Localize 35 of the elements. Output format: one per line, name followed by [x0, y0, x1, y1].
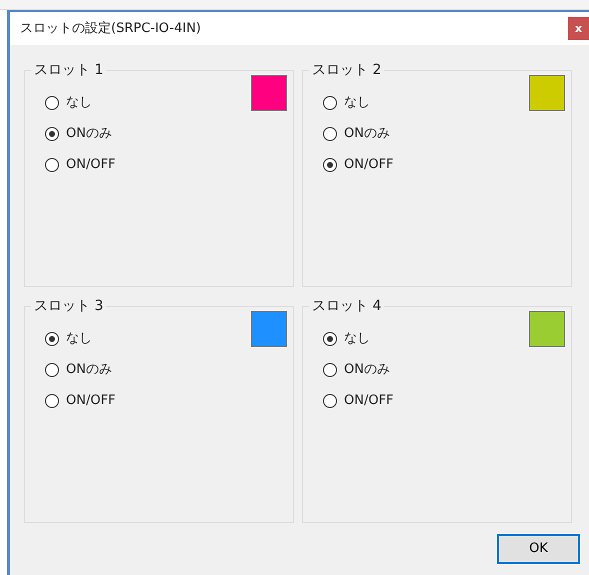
- radio-button[interactable]: [323, 126, 337, 140]
- radio-button[interactable]: [45, 158, 59, 172]
- group-title: スロット 2: [309, 61, 384, 79]
- radio-label[interactable]: ONのみ: [344, 360, 390, 380]
- radio-button[interactable]: [45, 126, 59, 140]
- color-swatch[interactable]: [251, 75, 287, 111]
- radio-button[interactable]: [323, 158, 337, 172]
- group-title: スロット 1: [31, 61, 106, 79]
- color-swatch[interactable]: [529, 311, 565, 347]
- radio-label[interactable]: なし: [344, 92, 370, 112]
- radio-label[interactable]: ONのみ: [66, 124, 112, 144]
- group-title: スロット 4: [309, 297, 384, 315]
- close-button[interactable]: x: [568, 17, 589, 40]
- color-swatch[interactable]: [529, 75, 565, 111]
- radio-label[interactable]: ON/OFF: [66, 390, 116, 410]
- radio-button[interactable]: [323, 362, 337, 376]
- radio-button[interactable]: [45, 96, 59, 110]
- radio-label[interactable]: ON/OFF: [66, 154, 116, 174]
- ok-button[interactable]: OK: [497, 534, 580, 564]
- group-title: スロット 3: [31, 297, 106, 315]
- radio-label[interactable]: なし: [344, 328, 370, 348]
- color-swatch[interactable]: [251, 311, 287, 347]
- radio-label[interactable]: ONのみ: [66, 360, 112, 380]
- window-title: スロットの設定(SRPC-IO-4IN): [20, 20, 201, 38]
- radio-label[interactable]: ON/OFF: [344, 390, 394, 410]
- radio-label[interactable]: なし: [66, 328, 92, 348]
- radio-label[interactable]: なし: [66, 92, 92, 112]
- radio-button[interactable]: [45, 394, 59, 408]
- radio-label[interactable]: ON/OFF: [344, 154, 394, 174]
- radio-button[interactable]: [323, 394, 337, 408]
- radio-button[interactable]: [45, 332, 59, 346]
- radio-button[interactable]: [323, 332, 337, 346]
- radio-button[interactable]: [323, 96, 337, 110]
- radio-label[interactable]: ONのみ: [344, 124, 390, 144]
- radio-button[interactable]: [45, 362, 59, 376]
